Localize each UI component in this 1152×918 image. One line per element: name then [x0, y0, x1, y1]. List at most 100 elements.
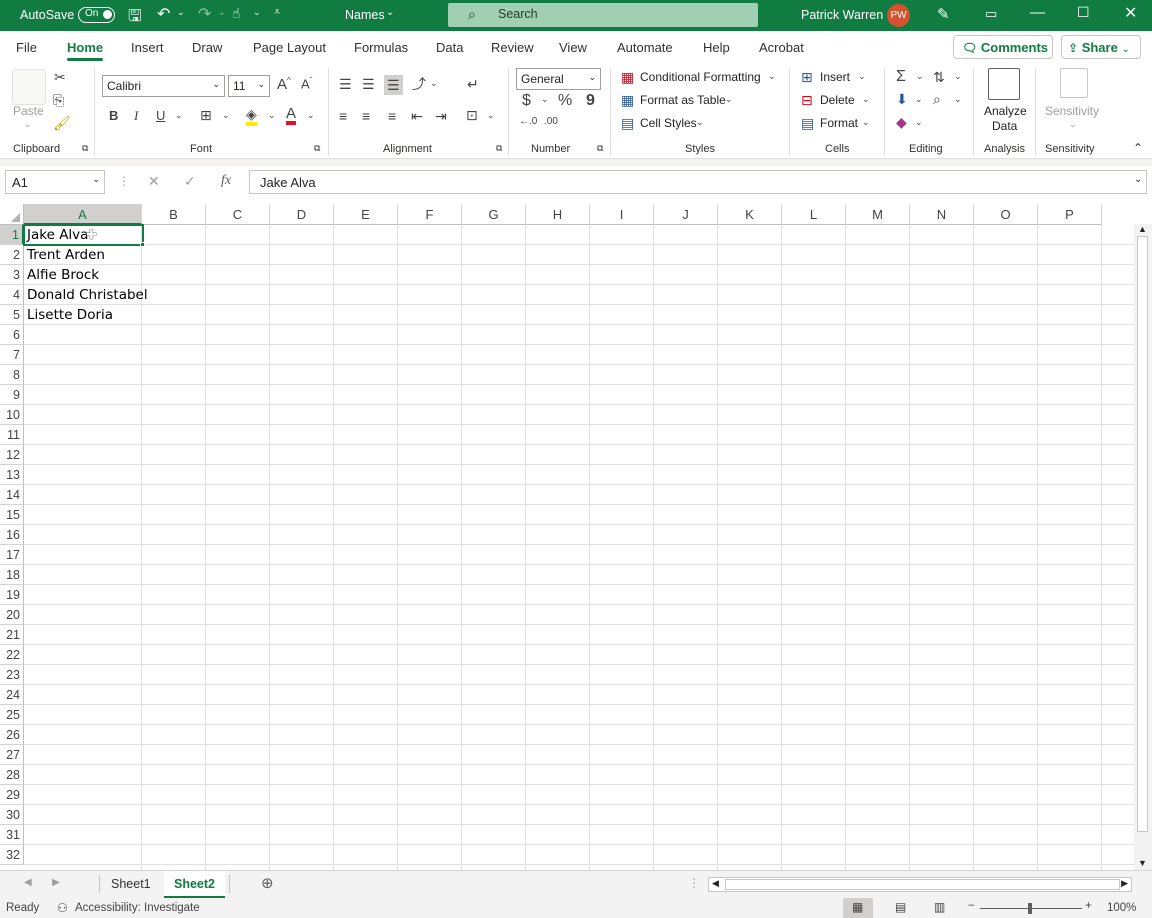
user-name[interactable]: Patrick Warren: [801, 8, 883, 22]
save-icon[interactable]: 🖫: [128, 5, 142, 32]
chevron-down-icon[interactable]: ⌄: [725, 95, 733, 104]
scroll-thumb[interactable]: [1137, 236, 1148, 832]
increase-decimal-icon[interactable]: ←.0: [519, 117, 537, 127]
currency-button[interactable]: $: [522, 93, 531, 109]
designer-icon[interactable]: ✎: [937, 5, 950, 23]
row-header[interactable]: 8: [0, 365, 24, 385]
sort-filter-icon[interactable]: ⇅: [933, 70, 945, 84]
undo-dropdown-icon[interactable]: ⌄: [177, 7, 185, 18]
bold-button[interactable]: B: [109, 109, 118, 122]
row-header[interactable]: 17: [0, 545, 24, 565]
accessibility-status[interactable]: Accessibility: Investigate: [75, 902, 200, 914]
column-header[interactable]: L: [782, 204, 846, 225]
scroll-up-icon[interactable]: ▲: [1138, 224, 1147, 234]
zoom-in-icon[interactable]: +: [1085, 900, 1092, 912]
row-header[interactable]: 20: [0, 605, 24, 625]
dialog-launcher-icon[interactable]: ⧉: [496, 143, 502, 154]
cut-icon[interactable]: ✂: [54, 70, 66, 84]
vertical-scrollbar[interactable]: ▲ ▼: [1134, 224, 1152, 870]
comma-button[interactable]: 9: [586, 93, 595, 109]
next-sheet-icon[interactable]: ▶: [52, 877, 60, 888]
share-button[interactable]: ⇪ Share ⌄: [1061, 35, 1141, 59]
scroll-down-icon[interactable]: ▼: [1138, 858, 1147, 868]
format-button[interactable]: Format: [820, 116, 858, 130]
sheet-tab-sheet1[interactable]: Sheet1: [101, 871, 161, 897]
autosum-icon[interactable]: Σ: [896, 69, 906, 85]
cell-a4[interactable]: Donald Christabel: [24, 285, 148, 305]
fill-handle[interactable]: [140, 242, 145, 247]
chevron-down-icon[interactable]: ⌄: [541, 95, 549, 104]
tab-file[interactable]: File: [16, 40, 37, 55]
enter-icon[interactable]: ✓: [184, 173, 196, 190]
sheet-tab-sheet2[interactable]: Sheet2: [164, 871, 225, 898]
row-header[interactable]: 5: [0, 305, 24, 325]
column-header[interactable]: A: [24, 204, 142, 225]
customize-qat-icon[interactable]: ⩡: [274, 6, 280, 19]
tab-review[interactable]: Review: [491, 40, 534, 55]
chevron-down-icon[interactable]: ⌄: [768, 72, 776, 81]
undo-icon[interactable]: ↶: [157, 4, 170, 24]
analyze-data-icon[interactable]: [988, 68, 1020, 100]
row-header[interactable]: 23: [0, 665, 24, 685]
zoom-slider-thumb[interactable]: [1028, 903, 1032, 914]
dialog-launcher-icon[interactable]: ⧉: [314, 143, 320, 154]
tab-view[interactable]: View: [559, 40, 587, 55]
fill-color-icon[interactable]: ◈: [246, 107, 257, 126]
row-header[interactable]: 1: [0, 225, 24, 245]
align-center-icon[interactable]: ≡: [362, 109, 370, 123]
decrease-decimal-icon[interactable]: .00: [544, 117, 558, 127]
zoom-level[interactable]: 100%: [1107, 902, 1136, 914]
column-header[interactable]: O: [974, 204, 1038, 225]
column-header[interactable]: M: [846, 204, 910, 225]
dialog-launcher-icon[interactable]: ⧉: [597, 143, 603, 154]
tab-insert[interactable]: Insert: [131, 40, 164, 55]
scroll-left-icon[interactable]: ◀: [712, 878, 719, 889]
row-header[interactable]: 30: [0, 805, 24, 825]
row-header[interactable]: 6: [0, 325, 24, 345]
align-bottom-icon[interactable]: ☰: [384, 75, 403, 95]
chevron-down-icon[interactable]: ⌄: [954, 95, 962, 104]
align-top-icon[interactable]: ☰: [339, 77, 352, 91]
format-painter-icon[interactable]: 🖌: [53, 116, 71, 130]
chevron-down-icon[interactable]: ⌄: [487, 111, 495, 120]
row-header[interactable]: 25: [0, 705, 24, 725]
column-header[interactable]: H: [526, 204, 590, 225]
cancel-icon[interactable]: ✕: [148, 173, 160, 190]
touch-dropdown-icon[interactable]: ⌄: [253, 7, 261, 18]
accessibility-icon[interactable]: ⚇: [57, 901, 68, 915]
wrap-text-icon[interactable]: ↵: [467, 77, 479, 91]
align-left-icon[interactable]: ≡: [339, 109, 347, 123]
fill-icon[interactable]: ⬇: [896, 92, 908, 106]
tab-formulas[interactable]: Formulas: [354, 40, 408, 55]
chevron-down-icon[interactable]: ⌄: [268, 111, 276, 120]
analyze-data-label-1[interactable]: Analyze: [984, 104, 1027, 118]
chevron-down-icon[interactable]: ⌄: [386, 7, 394, 18]
percent-button[interactable]: %: [558, 93, 572, 109]
row-header[interactable]: 3: [0, 265, 24, 285]
insert-function-button[interactable]: fx: [221, 173, 231, 189]
orientation-icon[interactable]: ⤴: [412, 77, 426, 91]
autosave-toggle[interactable]: On: [78, 7, 115, 23]
underline-button[interactable]: U: [156, 109, 165, 122]
column-header[interactable]: P: [1038, 204, 1102, 225]
font-size-select[interactable]: 11 ⌄: [228, 75, 270, 97]
chevron-down-icon[interactable]: ⌄: [1069, 119, 1077, 130]
horizontal-scrollbar[interactable]: ◀ ▶: [708, 877, 1132, 892]
format-as-table-button[interactable]: Format as Table: [640, 93, 726, 107]
analyze-data-label-2[interactable]: Data: [992, 119, 1017, 133]
sensitivity-icon[interactable]: [1060, 68, 1088, 98]
sensitivity-label[interactable]: Sensitivity: [1045, 104, 1099, 118]
row-header[interactable]: 14: [0, 485, 24, 505]
tab-draw[interactable]: Draw: [192, 40, 222, 55]
column-header[interactable]: D: [270, 204, 334, 225]
search-box[interactable]: ⌕ Search: [448, 3, 758, 27]
row-header[interactable]: 12: [0, 445, 24, 465]
chevron-down-icon[interactable]: ⌄: [307, 111, 315, 120]
column-header[interactable]: E: [334, 204, 398, 225]
copy-icon[interactable]: ⎘: [53, 93, 64, 107]
number-format-select[interactable]: General ⌄: [516, 68, 601, 90]
conditional-formatting-button[interactable]: Conditional Formatting: [640, 70, 761, 84]
column-header[interactable]: B: [142, 204, 206, 225]
merge-center-icon[interactable]: ⊡: [466, 108, 478, 122]
align-middle-icon[interactable]: ☰: [362, 77, 375, 91]
